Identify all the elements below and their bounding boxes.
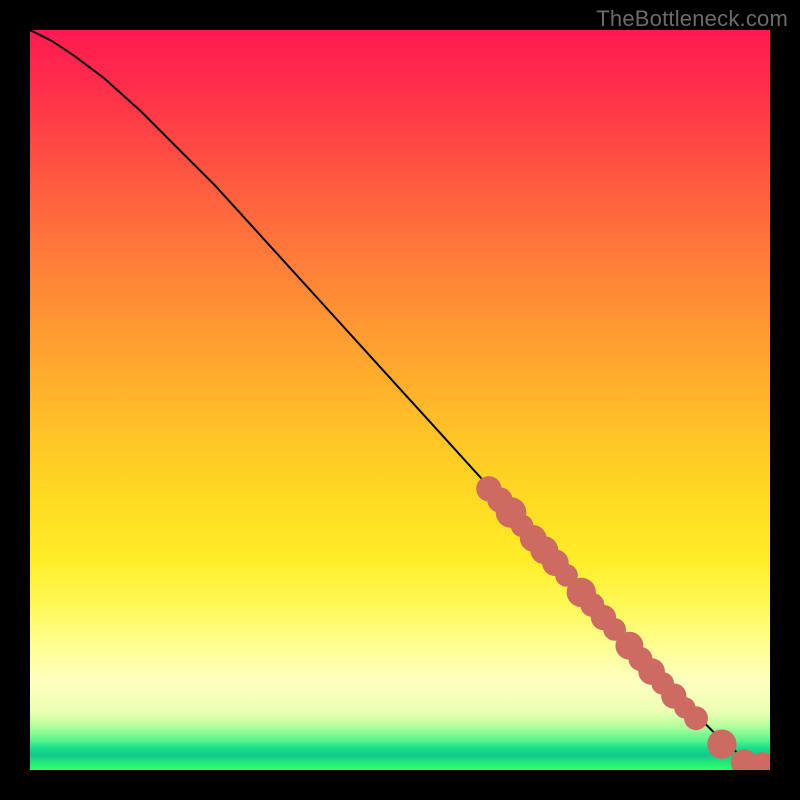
chart-frame: TheBottleneck.com — [0, 0, 800, 800]
plot-area — [30, 30, 770, 770]
watermark-label: TheBottleneck.com — [596, 6, 788, 32]
